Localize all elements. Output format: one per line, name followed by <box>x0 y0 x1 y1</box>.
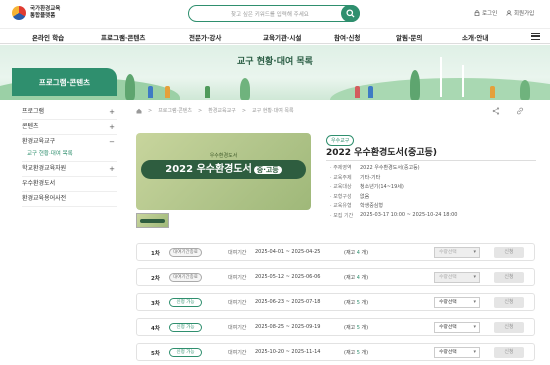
apply-button[interactable]: 신청 <box>494 347 524 358</box>
plus-icon: + <box>109 165 115 173</box>
info-row: 교육주제기타-기타 <box>326 174 536 184</box>
signup-link[interactable]: 회원가입 <box>506 9 534 17</box>
status-badge: 대여기간종료 <box>169 248 202 257</box>
banner-person <box>355 86 360 98</box>
stock-count: (재고 5 개) <box>344 350 369 356</box>
quantity-select[interactable]: 수량선택 <box>434 297 480 308</box>
home-icon[interactable] <box>136 108 142 114</box>
breadcrumb-item[interactable]: 환경교육교구 <box>208 107 236 114</box>
link-icon[interactable] <box>516 107 524 115</box>
sidebar-subitem-rental-list[interactable]: 교구 현황·대여 목록 <box>22 150 117 162</box>
banner-tree <box>410 70 420 100</box>
share-icon[interactable] <box>492 107 500 115</box>
status-badge: 신청 가능 <box>169 323 202 332</box>
sidebar-item-books[interactable]: 우수환경도서 <box>22 177 117 192</box>
login-link[interactable]: 로그인 <box>474 9 497 17</box>
quantity-select[interactable]: 수량선택 <box>434 322 480 333</box>
breadcrumb-item[interactable]: 교구 현황·대여 목록 <box>252 107 294 114</box>
rental-round-row: 3차 신청 가능 대여기간 2025-06-23 ~ 2025-07-18 (재… <box>136 293 535 311</box>
main-nav: 온라인 학습 프로그램·콘텐츠 전문가·강사 교육기관·시설 참여·신청 알림·… <box>0 28 550 44</box>
search-button[interactable] <box>341 4 360 22</box>
banner-person <box>368 86 373 98</box>
apply-button[interactable]: 신청 <box>494 247 524 258</box>
product-title: 2022 우수환경도서(중고등) <box>326 148 437 158</box>
nav-about[interactable]: 소개·안내 <box>462 32 488 42</box>
search-input[interactable]: 찾고 싶은 키워드를 입력해 주세요 <box>231 10 309 18</box>
lock-icon <box>474 10 480 16</box>
header: 국가환경교육 통합플랫폼 찾고 싶은 키워드를 입력해 주세요 로그인 회원가입 <box>0 0 550 28</box>
stock-count: (재고 4 개) <box>344 250 369 256</box>
sidebar-title: 프로그램·콘텐츠 <box>12 68 117 96</box>
sidebar-item-school-resources[interactable]: 학교환경교육자원 + <box>22 162 117 177</box>
nav-notice[interactable]: 알림·문의 <box>396 32 422 42</box>
stock-count: (재고 5 개) <box>344 325 369 331</box>
info-row: 교육대상청소년기(14~19세) <box>326 183 536 193</box>
search-icon <box>346 8 355 18</box>
rental-round-row: 2차 대여기간종료 대여기간 2025-05-12 ~ 2025-06-06 (… <box>136 268 535 286</box>
rental-round-row: 1차 대여기간종료 대여기간 2025-04-01 ~ 2025-04-25 (… <box>136 243 535 261</box>
quantity-select[interactable]: 수량선택 <box>434 247 480 258</box>
search-bar[interactable]: 찾고 싶은 키워드를 입력해 주세요 <box>188 4 360 22</box>
product-image: 우수환경도서 2022 우수환경도서 중·고등 <box>136 133 311 210</box>
rental-round-row: 4차 신청 가능 대여기간 2025-08-25 ~ 2025-09-19 (재… <box>136 318 535 336</box>
info-row: 모형구성없음 <box>326 193 536 203</box>
banner-person <box>165 86 170 98</box>
nav-programs[interactable]: 프로그램·콘텐츠 <box>101 32 145 42</box>
apply-button[interactable]: 신청 <box>494 297 524 308</box>
login-label: 로그인 <box>482 11 498 17</box>
plus-icon: + <box>109 123 115 131</box>
info-row: 주제영역2022 우수환경도서(중고등) <box>326 164 536 174</box>
product-image-title: 2022 우수환경도서 중·고등 <box>141 160 306 179</box>
sidebar-item-teaching-aids[interactable]: 환경교육교구 − <box>22 135 117 150</box>
minus-icon: − <box>109 138 115 146</box>
info-row: 교육유형학생중심형 <box>326 202 536 212</box>
nav-experts[interactable]: 전문가·강사 <box>189 32 221 42</box>
banner-person <box>148 86 153 98</box>
nav-institutions[interactable]: 교육기관·시설 <box>263 32 301 42</box>
logo-icon <box>12 6 26 20</box>
breadcrumb-item[interactable]: 프로그램·콘텐츠 <box>158 107 192 114</box>
signup-label: 회원가입 <box>514 11 535 17</box>
stock-count: (재고 5 개) <box>344 300 369 306</box>
status-badge: 신청 가능 <box>169 348 202 357</box>
status-badge: 신청 가능 <box>169 298 202 307</box>
banner-person <box>205 86 210 98</box>
product-thumbnail[interactable] <box>136 213 169 228</box>
banner-tree <box>125 74 135 100</box>
quantity-select[interactable]: 수량선택 <box>434 272 480 283</box>
status-badge: 대여기간종료 <box>169 273 202 282</box>
site-logo[interactable]: 국가환경교육 통합플랫폼 <box>12 6 60 20</box>
sidebar-item-content[interactable]: 콘텐츠 + <box>22 120 117 135</box>
sidebar-item-program[interactable]: 프로그램 + <box>22 105 117 120</box>
stock-count: (재고 4 개) <box>344 275 369 281</box>
breadcrumb: > 프로그램·콘텐츠 > 환경교육교구 > 교구 현황·대여 목록 <box>136 107 294 114</box>
banner-turbine <box>462 65 464 97</box>
banner-person <box>490 86 495 98</box>
hamburger-menu-icon[interactable] <box>531 33 540 40</box>
nav-online-learning[interactable]: 온라인 학습 <box>32 32 64 42</box>
sidebar: 프로그램 + 콘텐츠 + 환경교육교구 − 교구 현황·대여 목록 학교환경교육자원 +… <box>22 105 117 207</box>
rental-round-row: 5차 신청 가능 대여기간 2025-10-20 ~ 2025-11-14 (재… <box>136 343 535 361</box>
info-row: 모집 기간2025-03-17 10:00 ~ 2025-10-24 18:00 <box>326 212 536 222</box>
logo-line2: 통합플랫폼 <box>30 13 56 19</box>
apply-button[interactable]: 신청 <box>494 272 524 283</box>
banner-tree <box>240 78 250 100</box>
banner-title: 교구 현황·대여 목록 <box>237 57 313 67</box>
product-info: 주제영역2022 우수환경도서(중고등) 교육주제기타-기타 교육대상청소년기(… <box>326 160 536 221</box>
nav-participation[interactable]: 참여·신청 <box>334 32 360 42</box>
logo-line1: 국가환경교육 <box>30 6 61 12</box>
quantity-select[interactable]: 수량선택 <box>434 347 480 358</box>
apply-button[interactable]: 신청 <box>494 322 524 333</box>
plus-icon: + <box>109 108 115 116</box>
sidebar-item-glossary[interactable]: 환경교육용어사전 <box>22 192 117 207</box>
product-image-badge: 중·고등 <box>253 166 282 174</box>
user-icon <box>506 10 512 16</box>
product-image-subtitle: 우수환경도서 <box>209 153 238 159</box>
banner-tree <box>520 80 530 100</box>
